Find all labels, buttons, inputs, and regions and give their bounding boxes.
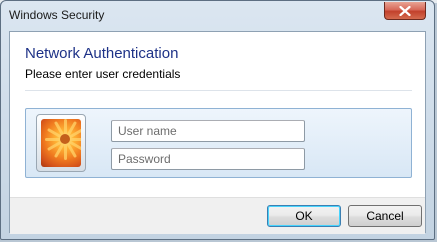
dialog-subheading: Please enter user credentials <box>25 67 181 81</box>
dialog-client-area: Network Authentication Please enter user… <box>9 31 426 234</box>
windows-security-dialog: Windows Security Network Authentication … <box>0 0 435 240</box>
divider <box>25 90 412 91</box>
close-button[interactable] <box>384 2 426 20</box>
username-field[interactable] <box>111 120 305 142</box>
password-field[interactable] <box>111 148 305 170</box>
close-icon <box>399 5 411 16</box>
title-bar[interactable]: Windows Security <box>1 1 434 31</box>
dialog-heading: Network Authentication <box>25 45 179 62</box>
user-tile-flower-icon <box>36 114 86 172</box>
window-title: Windows Security <box>9 8 105 22</box>
ok-button[interactable]: OK <box>267 205 341 227</box>
cancel-button[interactable]: Cancel <box>348 205 422 227</box>
